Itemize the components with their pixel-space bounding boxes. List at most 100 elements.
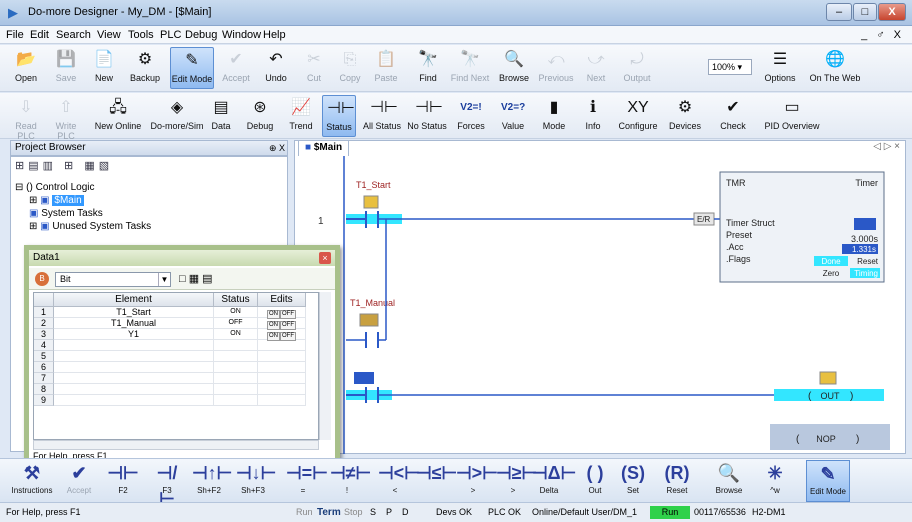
pin-close-icon[interactable]: ⊕ X — [269, 141, 285, 155]
instr-reset-button[interactable]: (R) Reset — [660, 460, 694, 502]
instr-compare-10-button[interactable]: ⊣>⊢ > — [456, 460, 498, 502]
instr-instructions-button[interactable]: ⚒ Instructions — [4, 460, 60, 502]
forces-button[interactable]: V2=! Forces — [452, 95, 490, 137]
instr-compare-7-button[interactable]: ⊣≠⊢! — [330, 460, 371, 502]
mdi-controls[interactable]: _ ♂ X — [861, 29, 904, 41]
data-window-header[interactable]: Data1 × — [29, 250, 335, 266]
on-the-web-button[interactable]: 🌐 On The Web — [808, 47, 862, 89]
instr-browse-button[interactable]: 🔍 Browse — [712, 460, 746, 502]
edits-cell[interactable] — [258, 362, 306, 373]
find-button[interactable]: 🔭 Find — [410, 47, 446, 89]
data-window-tool-icons[interactable]: □ ▦ ▤ — [179, 272, 213, 285]
menu-tools[interactable]: Tools — [128, 29, 154, 41]
data-button[interactable]: ▤ Data — [206, 95, 236, 137]
element-cell[interactable] — [54, 373, 214, 384]
tree-item-main[interactable]: ⊞ ▣ $Main — [29, 194, 84, 208]
expand-icon[interactable]: ⊟ — [15, 182, 26, 193]
menu-help[interactable]: Help — [263, 29, 286, 41]
data-type-icon[interactable]: B — [35, 272, 49, 286]
edits-cell[interactable] — [258, 395, 306, 406]
read-plc-button[interactable]: ⇩ Read PLC — [6, 95, 46, 141]
instr-f3-button[interactable]: ⊣/⊢ F3 — [150, 460, 184, 509]
pid-overview-button[interactable]: ▭ PID Overview — [760, 95, 824, 137]
expand-icon[interactable]: ⊞ — [29, 221, 40, 232]
info-button[interactable]: ℹ Info — [576, 95, 610, 137]
menu-file[interactable]: File — [6, 29, 24, 41]
instr-sh-f3-button[interactable]: ⊣↓⊢ Sh+F3 — [236, 460, 276, 502]
instr-compare-11-button[interactable]: ⊣≥⊢ > — [496, 460, 537, 502]
status-button[interactable]: ⊣⊢ Status — [322, 95, 356, 137]
find-next-button[interactable]: 🔭 Find Next — [450, 47, 490, 89]
ladder-diagram[interactable]: 1 T1_Start E/R T1_Manual TMR Timer Timer… — [294, 156, 894, 454]
edits-column-header[interactable]: Edits — [258, 293, 306, 307]
options-button[interactable]: ☰ Options — [760, 47, 800, 89]
mode-term[interactable]: Term — [317, 506, 341, 519]
mode-button[interactable]: ▮ Mode — [536, 95, 572, 137]
element-cell[interactable]: T1_Manual — [54, 318, 214, 329]
menu-window[interactable]: Window — [222, 29, 261, 41]
output-button[interactable]: ⤾ Output — [618, 47, 656, 89]
open-button[interactable]: 📂 Open — [8, 47, 44, 89]
status-column-header[interactable]: Status — [214, 293, 258, 307]
data-view-window[interactable]: Data1 × B Bit ▼ □ ▦ ▤ Element Status Edi… — [24, 245, 340, 463]
menu-view[interactable]: View — [97, 29, 121, 41]
minimize-button[interactable]: – — [826, 3, 852, 21]
backup-button[interactable]: ⚙ Backup — [124, 47, 166, 89]
menu-plc[interactable]: PLC — [160, 29, 181, 41]
element-cell[interactable] — [54, 384, 214, 395]
value-button[interactable]: V2=? Value — [494, 95, 532, 137]
project-browser-toolbar[interactable]: ⊞▤▥ ⊞ ▦▧ — [15, 159, 113, 175]
doc-nav-icons[interactable]: ◁ ▷ × — [873, 141, 900, 152]
instr-accept-button[interactable]: ✔ Accept — [62, 460, 96, 502]
edits-cell[interactable]: ON OFF — [258, 307, 306, 319]
element-cell[interactable] — [54, 395, 214, 406]
tree-item-unused-system-tasks[interactable]: ⊞ ▣ Unused System Tasks — [29, 220, 151, 234]
instr-edit-mode-button[interactable]: ✎ Edit Mode — [806, 460, 850, 502]
copy-button[interactable]: ⎘ Copy — [334, 47, 366, 89]
data-window-close-button[interactable]: × — [319, 252, 331, 264]
instr-delta-button[interactable]: ⊣Δ⊢ Delta — [532, 460, 576, 502]
paste-button[interactable]: 📋 Paste — [370, 47, 402, 89]
configure-button[interactable]: XY Configure — [614, 95, 662, 137]
edits-cell[interactable]: ON OFF — [258, 329, 306, 341]
previous-button[interactable]: ⤺ Previous — [536, 47, 576, 89]
element-cell[interactable]: T1_Start — [54, 307, 214, 318]
instr-w-button[interactable]: ✳ ^w — [758, 460, 792, 502]
menu-edit[interactable]: Edit — [30, 29, 49, 41]
close-button[interactable]: X — [878, 3, 906, 21]
undo-button[interactable]: ↶ Undo — [258, 47, 294, 89]
do-more-sim-button[interactable]: ◈ Do-more/Sim — [150, 95, 204, 137]
edits-cell[interactable] — [258, 384, 306, 395]
instr-sh-f2-button[interactable]: ⊣↑⊢ Sh+F2 — [192, 460, 232, 502]
menu-debug[interactable]: Debug — [185, 29, 217, 41]
chevron-down-icon[interactable]: ▾ — [735, 62, 743, 72]
instr-compare-8-button[interactable]: ⊣<⊢ < — [378, 460, 420, 502]
all-status-button[interactable]: ⊣⊢ All Status — [360, 95, 404, 137]
data-grid-horizontal-scrollbar[interactable] — [33, 440, 319, 450]
instr-compare-9-button[interactable]: ⊣≤⊢ — [416, 460, 457, 502]
instr-out-button[interactable]: ( ) Out — [578, 460, 612, 502]
accept-button[interactable]: ✔ Accept — [218, 47, 254, 89]
element-cell[interactable] — [54, 351, 214, 362]
no-status-button[interactable]: ⊣⊢ No Status — [404, 95, 450, 137]
expand-icon[interactable]: ⊞ — [29, 195, 40, 206]
devices-button[interactable]: ⚙ Devices — [664, 95, 706, 137]
instr-f2-button[interactable]: ⊣⊢ F2 — [106, 460, 140, 502]
edit-mode-button[interactable]: ✎ Edit Mode — [170, 47, 214, 89]
element-cell[interactable] — [54, 340, 214, 351]
tree-item-control-logic[interactable]: ⊟ () Control Logic — [15, 181, 95, 195]
edits-cell[interactable] — [258, 373, 306, 384]
instr-compare-6-button[interactable]: ⊣=⊢ = — [286, 460, 328, 502]
new-online-button[interactable]: 🖧 New Online — [88, 95, 148, 137]
chevron-down-icon[interactable]: ▼ — [158, 273, 170, 286]
data-grid-vertical-scrollbar[interactable] — [319, 292, 331, 440]
edits-cell[interactable]: ON OFF — [258, 318, 306, 330]
data-type-select[interactable]: Bit ▼ — [55, 272, 171, 287]
edits-cell[interactable] — [258, 351, 306, 362]
tree-item-system-tasks[interactable]: ▣ System Tasks — [29, 207, 103, 221]
mode-stop[interactable]: Stop — [344, 506, 363, 519]
check-button[interactable]: ✔ Check — [712, 95, 754, 137]
trend-button[interactable]: 📈 Trend — [282, 95, 320, 137]
edits-cell[interactable] — [258, 340, 306, 351]
save-button[interactable]: 💾 Save — [48, 47, 84, 89]
